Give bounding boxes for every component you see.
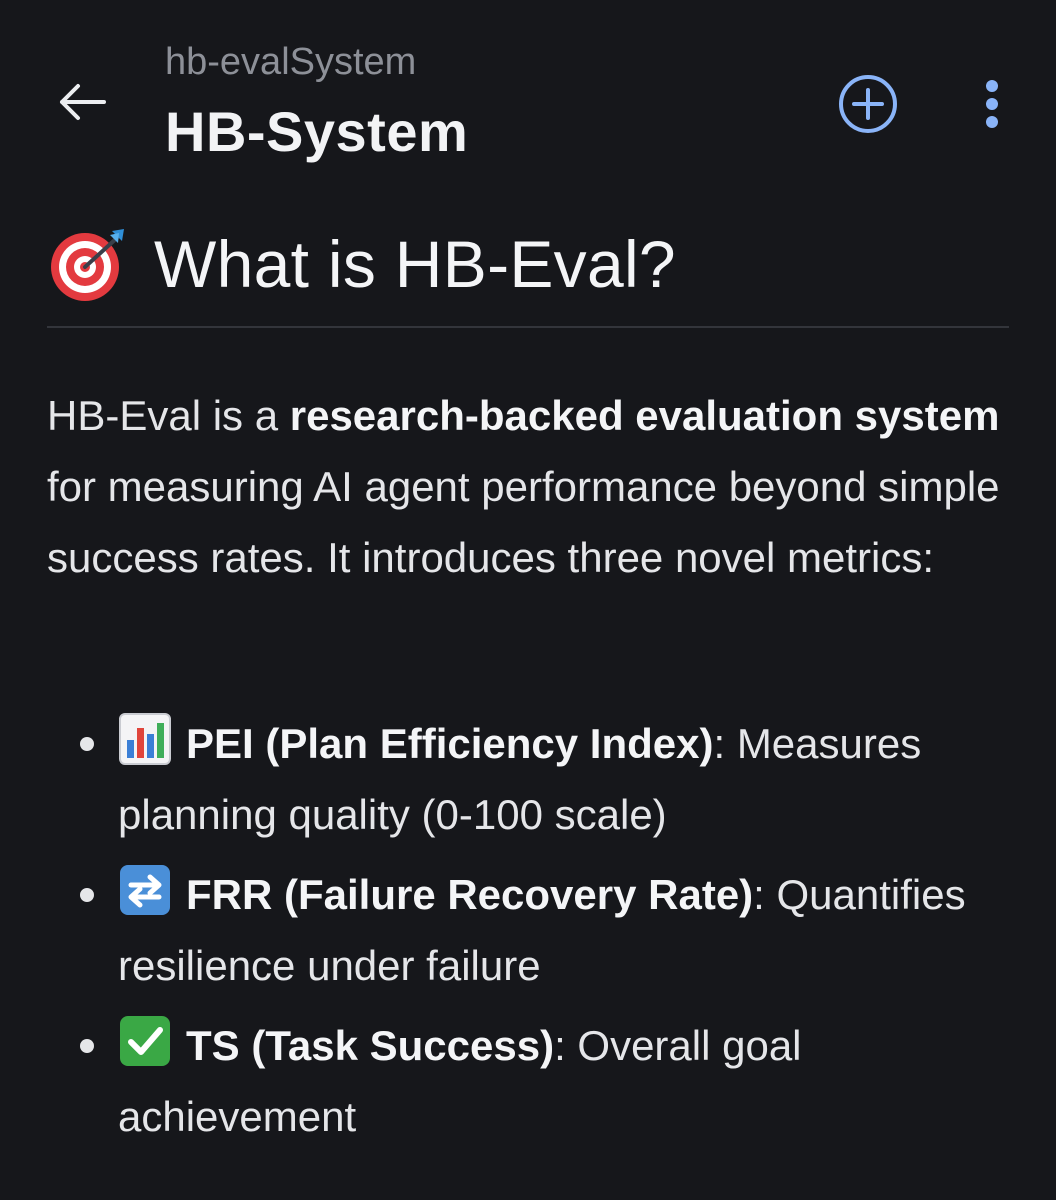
more-vertical-icon	[986, 80, 998, 128]
metric-colon: :	[554, 1022, 566, 1069]
plus-circle-icon	[839, 75, 897, 133]
intro-text-start: HB-Eval is a	[47, 392, 290, 439]
check-mark-icon	[120, 1016, 170, 1066]
heading-divider	[47, 326, 1009, 328]
intro-text-end: for measuring AI agent performance beyon…	[47, 463, 1000, 581]
repo-owner: hb-evalSystem	[165, 41, 417, 83]
list-item: PEI (Plan Efficiency Index): Measures pl…	[0, 708, 1018, 850]
bar-chart-icon	[119, 713, 171, 765]
metric-name: TS (Task Success)	[186, 1022, 555, 1069]
metric-name: PEI (Plan Efficiency Index)	[186, 720, 714, 767]
bullet-icon	[80, 888, 94, 902]
metric-colon: :	[713, 720, 726, 767]
metric-name: FRR (Failure Recovery Rate)	[186, 871, 754, 918]
repo-readme-screen: hb-evalSystem HB-System What is HB-Eval?	[0, 0, 1056, 1200]
list-item: FRR (Failure Recovery Rate): Quantifies …	[0, 859, 1018, 1001]
bullet-icon	[80, 1039, 94, 1053]
repo-name: HB-System	[165, 100, 469, 163]
direct-hit-target-icon	[51, 229, 124, 301]
metric-colon: :	[753, 871, 765, 918]
list-item: TS (Task Success): Overall goal achievem…	[0, 1010, 1018, 1152]
arrows-cycle-icon	[120, 865, 170, 915]
arrow-left-icon	[60, 84, 106, 120]
readme-heading-text: What is HB-Eval?	[154, 227, 676, 301]
intro-bold-text: research-backed evaluation system	[289, 392, 1000, 439]
readme-heading: What is HB-Eval?	[48, 222, 676, 306]
intro-paragraph: HB-Eval is a research-backed evaluation …	[47, 380, 1022, 593]
add-button[interactable]	[834, 70, 902, 138]
metrics-list: PEI (Plan Efficiency Index): Measures pl…	[0, 708, 1056, 1161]
more-options-button[interactable]	[966, 70, 1018, 138]
back-button[interactable]	[46, 74, 118, 130]
bullet-icon	[80, 737, 94, 751]
